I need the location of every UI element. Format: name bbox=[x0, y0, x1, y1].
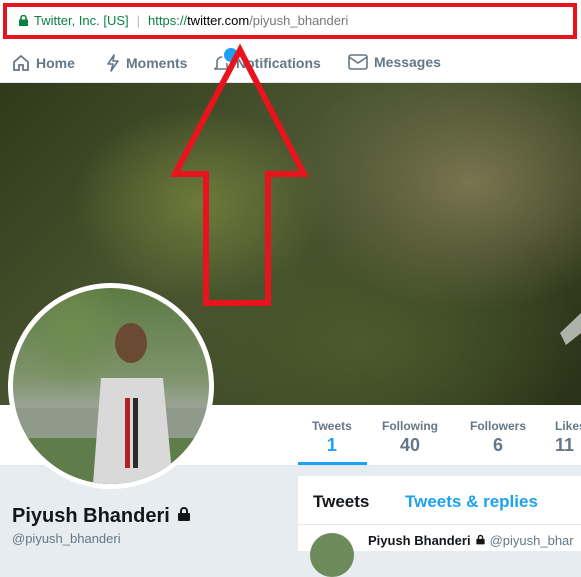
stat-tweets-value: 1 bbox=[326, 435, 337, 455]
tweet-author: Piyush Bhanderi @piyush_bhar bbox=[368, 533, 574, 548]
profile-avatar[interactable] bbox=[8, 283, 214, 489]
nav-messages-label: Messages bbox=[374, 54, 441, 70]
profile-name: Piyush Bhanderi bbox=[12, 505, 192, 528]
stat-following-label: Following bbox=[382, 419, 438, 433]
address-highlight-box: Twitter, Inc. [US] | https://twitter.com/p… bbox=[3, 3, 577, 39]
lock-icon bbox=[19, 14, 28, 29]
stat-followers-label: Followers bbox=[470, 419, 527, 433]
tab-tweets[interactable]: Tweets bbox=[313, 492, 369, 512]
lightning-icon bbox=[106, 54, 120, 72]
tab-tweets-replies[interactable]: Tweets & replies bbox=[405, 492, 538, 512]
nav-notifications-label: Notifications bbox=[236, 55, 321, 71]
stat-followers-value: 6 bbox=[493, 435, 504, 455]
nav-moments[interactable]: Moments bbox=[106, 54, 187, 72]
nav-home-label: Home bbox=[36, 55, 75, 71]
envelope-icon bbox=[348, 54, 368, 70]
url-separator: | bbox=[136, 13, 141, 28]
stat-following[interactable]: Following 40 bbox=[382, 419, 438, 456]
tweet-avatar[interactable] bbox=[310, 533, 354, 577]
stat-tweets[interactable]: Tweets 1 bbox=[312, 419, 352, 456]
home-icon bbox=[12, 54, 30, 72]
tweet-lock-icon bbox=[475, 533, 486, 548]
stat-following-value: 40 bbox=[399, 435, 421, 455]
tweet-author-name: Piyush Bhanderi bbox=[368, 533, 471, 548]
stat-likes[interactable]: Likes 11 bbox=[555, 419, 581, 456]
notification-badge bbox=[222, 46, 240, 64]
protected-lock-icon bbox=[176, 505, 192, 528]
url-field[interactable]: Twitter, Inc. [US] | https://twitter.com/p… bbox=[19, 13, 348, 29]
nav-home[interactable]: Home bbox=[12, 54, 75, 72]
active-stat-underline bbox=[298, 462, 367, 465]
top-nav: Home Moments Notifications Messages bbox=[0, 44, 581, 83]
url-path: /piyush_bhanderi bbox=[249, 13, 349, 28]
profile-name-text: Piyush Bhanderi bbox=[12, 505, 170, 527]
stat-tweets-label: Tweets bbox=[312, 419, 352, 433]
tweet-author-handle: @piyush_bhar bbox=[489, 533, 574, 548]
nav-moments-label: Moments bbox=[126, 55, 188, 71]
stat-followers[interactable]: Followers 6 bbox=[470, 419, 526, 456]
timeline-tabs: Tweets Tweets & replies bbox=[298, 476, 581, 525]
url-scheme: https:// bbox=[148, 13, 188, 28]
tweet-item[interactable]: Piyush Bhanderi @piyush_bhar bbox=[298, 525, 581, 577]
browser-address-bar: Twitter, Inc. [US] | https://twitter.com/p… bbox=[0, 0, 581, 44]
nav-messages[interactable]: Messages bbox=[348, 54, 441, 70]
site-identity[interactable]: Twitter, Inc. [US] bbox=[34, 13, 129, 28]
stat-likes-value: 11 bbox=[555, 435, 575, 455]
avatar-photo bbox=[13, 288, 209, 484]
stat-likes-label: Likes bbox=[555, 419, 581, 433]
url-host: twitter.com bbox=[187, 13, 250, 28]
profile-handle: @piyush_bhanderi bbox=[12, 531, 121, 546]
